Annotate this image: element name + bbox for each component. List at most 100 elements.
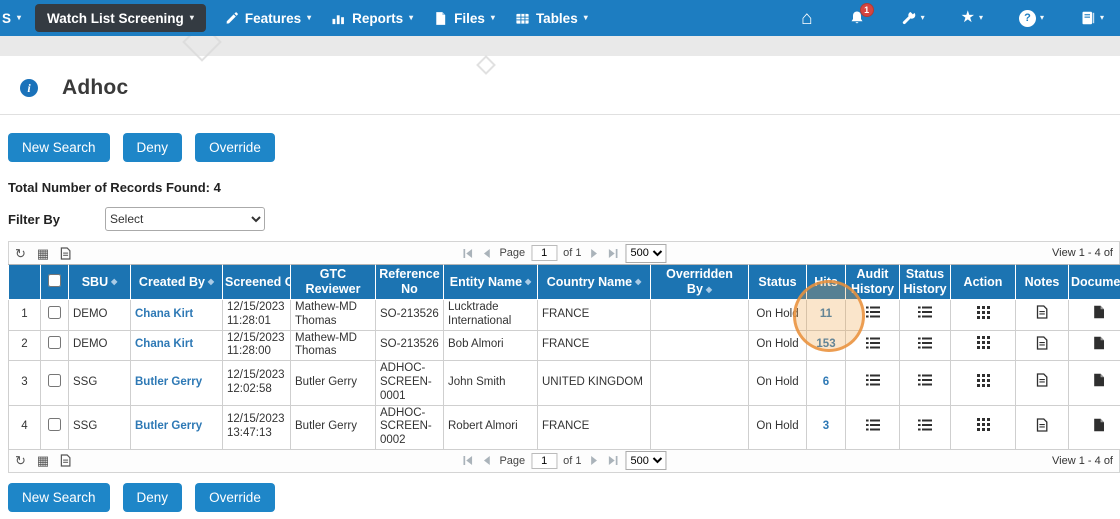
audit-history-icon[interactable] (866, 337, 880, 349)
new-search-button[interactable]: New Search (8, 482, 110, 512)
tools-menu[interactable]: ▾ (901, 0, 925, 36)
audit-history-cell (845, 360, 900, 406)
action-grid-icon[interactable] (977, 418, 990, 431)
deny-button[interactable]: Deny (122, 133, 183, 162)
columns-icon[interactable]: ▦ (37, 454, 49, 467)
first-page-button[interactable] (461, 248, 474, 259)
next-page-button[interactable] (588, 248, 601, 259)
new-search-button[interactable]: New Search (8, 133, 110, 162)
document-icon[interactable] (1093, 418, 1105, 432)
nav-item-watch-list-screening[interactable]: Watch List Screening ▾ (35, 4, 206, 32)
notes-icon[interactable] (1036, 373, 1048, 387)
home-button[interactable]: ⌂ (801, 0, 812, 36)
col-header-reference-no[interactable]: Reference No (375, 264, 444, 300)
audit-history-cell (845, 329, 900, 362)
page-header: i Adhoc (0, 56, 1120, 100)
help-menu[interactable]: ? ▾ (1018, 0, 1044, 36)
filter-select[interactable]: Select (105, 207, 265, 231)
library-menu[interactable]: ▾ (1080, 0, 1104, 36)
prev-page-button[interactable] (480, 455, 493, 466)
nav-region-label: S (2, 10, 12, 26)
row-checkbox[interactable] (48, 336, 61, 350)
table-row: 4 SSG Butler Gerry 12/15/2023 13:47:13 B… (8, 404, 1120, 450)
override-button[interactable]: Override (195, 133, 275, 162)
notes-cell (1015, 299, 1069, 331)
export-icon[interactable] (60, 454, 71, 467)
nav-item-features[interactable]: Features ▾ (214, 0, 321, 36)
page-input[interactable] (531, 452, 558, 469)
row-checkbox[interactable] (48, 305, 61, 319)
pencil-icon (224, 11, 239, 26)
refresh-icon[interactable]: ↻ (15, 247, 26, 260)
col-header-sbu[interactable]: SBU ◆ (68, 264, 131, 300)
audit-history-icon[interactable] (866, 374, 880, 386)
notes-icon[interactable] (1036, 336, 1048, 350)
favorites-menu[interactable]: ★ ▾ (961, 0, 983, 36)
document-icon[interactable] (1093, 305, 1105, 319)
row-checkbox[interactable] (48, 373, 61, 387)
notes-icon[interactable] (1036, 418, 1048, 432)
document-icon[interactable] (1093, 373, 1105, 387)
row-number: 2 (8, 329, 41, 362)
created-by-link[interactable]: Chana Kirt (135, 308, 193, 320)
columns-icon[interactable]: ▦ (37, 247, 49, 260)
export-icon[interactable] (60, 247, 71, 260)
nav-item-label: Files (454, 10, 485, 26)
screened-on-cell: 12/15/2023 11:28:01 (222, 299, 291, 331)
created-by-link[interactable]: Butler Gerry (135, 420, 202, 432)
col-header-entity-name[interactable]: Entity Name ◆ (443, 264, 538, 300)
created-by-link[interactable]: Chana Kirt (135, 338, 193, 350)
col-header-created-by[interactable]: Created By ◆ (130, 264, 223, 300)
action-grid-icon[interactable] (977, 306, 990, 319)
filter-row: Filter By Select (0, 195, 1120, 231)
notes-cell (1015, 404, 1069, 450)
document-icon[interactable] (1093, 336, 1105, 350)
status-history-icon[interactable] (918, 337, 932, 349)
col-header-gtc-reviewer[interactable]: GTC Reviewer (290, 264, 376, 300)
hits-link[interactable]: 153 (816, 338, 835, 350)
first-page-button[interactable] (461, 455, 474, 466)
notes-icon[interactable] (1036, 305, 1048, 319)
select-all-checkbox[interactable] (48, 273, 61, 287)
page-size-select[interactable]: 500 (625, 243, 667, 263)
page-size-select[interactable]: 500 (625, 451, 667, 471)
chevron-down-icon: ▾ (978, 13, 983, 22)
hits-link[interactable]: 6 (823, 376, 829, 388)
top-nav: S ▾ Watch List Screening ▾ Features ▾ Re… (0, 0, 1120, 36)
prev-page-button[interactable] (480, 248, 493, 259)
status-history-icon[interactable] (918, 419, 932, 431)
chevron-down-icon: ▾ (307, 13, 312, 22)
notifications-button[interactable]: 1 (849, 0, 874, 36)
page-input[interactable] (531, 245, 558, 261)
action-grid-icon[interactable] (977, 374, 990, 387)
chevron-down-icon: ▾ (920, 13, 925, 22)
status-history-icon[interactable] (918, 374, 932, 386)
hits-link[interactable]: 3 (823, 420, 829, 432)
nav-item-tables[interactable]: Tables ▾ (505, 0, 598, 36)
action-grid-icon[interactable] (977, 336, 990, 349)
col-header-country-name[interactable]: Country Name ◆ (537, 264, 651, 300)
audit-history-icon[interactable] (866, 419, 880, 431)
col-header-overridden-by[interactable]: Overridden By ◆ (650, 264, 749, 300)
override-button[interactable]: Override (195, 482, 275, 512)
info-icon[interactable]: i (20, 79, 38, 97)
row-checkbox[interactable] (48, 418, 61, 432)
action-cell (950, 404, 1016, 450)
nav-item-reports[interactable]: Reports ▾ (321, 0, 423, 36)
status-history-icon[interactable] (918, 306, 932, 318)
entity-name-cell: Robert Almori (443, 404, 538, 450)
row-number: 3 (8, 360, 41, 406)
audit-history-cell (845, 299, 900, 331)
nav-region-menu[interactable]: S ▾ (0, 0, 27, 36)
hits-link[interactable]: 11 (820, 308, 832, 320)
col-header-screened-on[interactable]: Screened On◆ (222, 264, 291, 300)
last-page-button[interactable] (607, 248, 620, 259)
refresh-icon[interactable]: ↻ (15, 454, 26, 467)
next-page-button[interactable] (588, 455, 601, 466)
audit-history-icon[interactable] (866, 306, 880, 318)
hits-cell: 153 (806, 329, 846, 362)
deny-button[interactable]: Deny (122, 482, 183, 512)
created-by-link[interactable]: Butler Gerry (135, 376, 202, 388)
nav-item-files[interactable]: Files ▾ (423, 0, 505, 36)
last-page-button[interactable] (607, 455, 620, 466)
